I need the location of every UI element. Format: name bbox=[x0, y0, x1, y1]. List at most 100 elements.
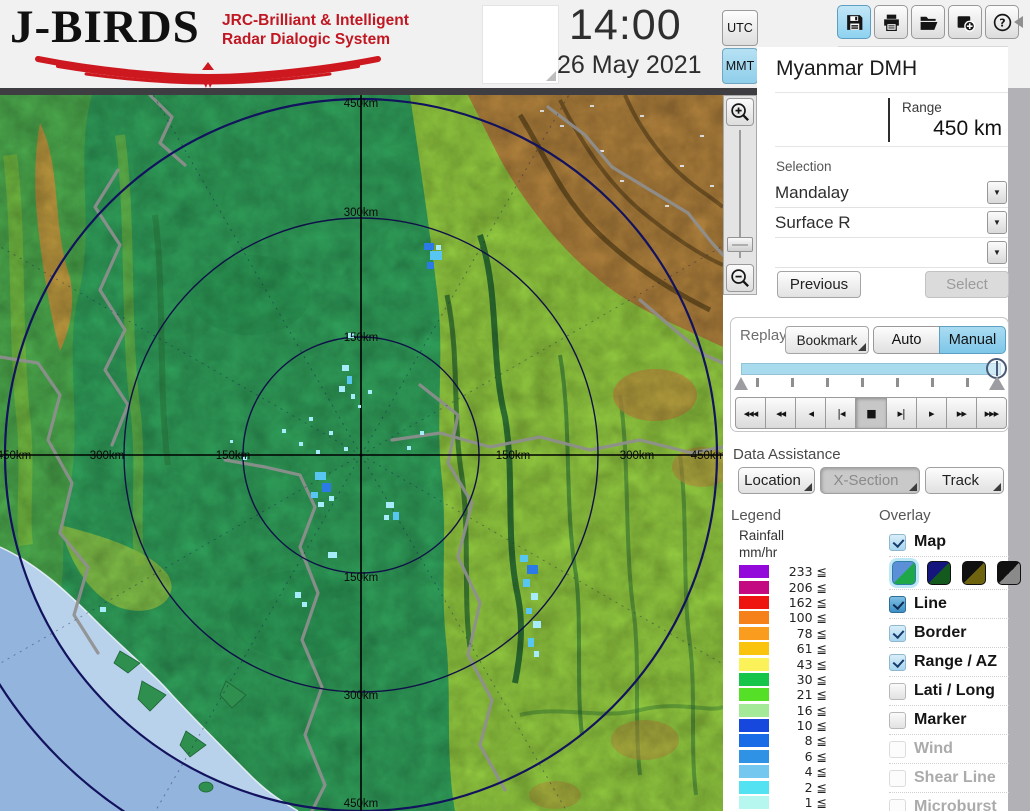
forward-fast-button[interactable]: ▸▸▸ bbox=[975, 397, 1007, 429]
play-icon: ▸ bbox=[928, 406, 934, 420]
eagle-icon bbox=[35, 56, 381, 88]
legend-threshold-value: 1 ≦ bbox=[804, 795, 827, 811]
step-forward-button[interactable]: ▸| bbox=[885, 397, 917, 429]
range-value: 450 km bbox=[933, 117, 1002, 140]
select-button[interactable]: Select bbox=[925, 271, 1009, 298]
timeline-start-marker[interactable] bbox=[734, 377, 748, 390]
legend-threshold-value: 30 ≦ bbox=[796, 671, 827, 687]
legend-threshold-value: 233 ≦ bbox=[788, 564, 827, 580]
selection-dropdown-button[interactable]: ▼ bbox=[987, 241, 1007, 264]
selection-row-2: Surface R ▼ bbox=[775, 208, 1008, 238]
stop-button[interactable]: ■ bbox=[855, 397, 887, 429]
timeline-tick bbox=[931, 378, 934, 387]
rain-echo bbox=[368, 390, 372, 394]
timezone-toggle: UTC MMT bbox=[722, 10, 760, 86]
forward-button[interactable]: ▸▸ bbox=[945, 397, 977, 429]
rain-echo bbox=[526, 608, 532, 614]
logo-tagline-line1: JRC-Brilliant & Intelligent bbox=[222, 12, 409, 29]
help-icon: ? bbox=[993, 13, 1011, 31]
rewind-fast-icon: ◂◂◂ bbox=[743, 406, 759, 420]
range-divider bbox=[888, 98, 890, 142]
timeline-end-marker[interactable] bbox=[989, 376, 1005, 390]
rain-echo bbox=[384, 515, 389, 520]
legend-color-swatch bbox=[739, 611, 769, 625]
bookmark-button[interactable]: Bookmark bbox=[785, 326, 869, 354]
rain-echo bbox=[318, 502, 324, 507]
legend-color-swatch bbox=[739, 703, 769, 717]
forward-fast-icon: ▸▸▸ bbox=[984, 406, 1000, 420]
zoom-in-button[interactable] bbox=[726, 98, 754, 126]
selection-dropdown-button[interactable]: ▼ bbox=[987, 181, 1007, 204]
station-name: Myanmar DMH bbox=[776, 57, 918, 80]
legend-color-swatch bbox=[739, 780, 769, 794]
legend-row: 206 ≦ bbox=[739, 579, 831, 595]
step-back-button[interactable]: |◂ bbox=[825, 397, 857, 429]
range-ring-label: 450km bbox=[344, 798, 379, 810]
rain-echo bbox=[295, 592, 301, 598]
legend-row: 162 ≦ bbox=[739, 595, 831, 610]
rain-echo bbox=[344, 447, 348, 451]
marker-checkbox[interactable] bbox=[889, 711, 906, 729]
map-style-2-swatch[interactable] bbox=[927, 561, 951, 585]
legend-threshold-value: 10 ≦ bbox=[796, 718, 827, 734]
legend-color-swatch bbox=[739, 642, 769, 656]
zoom-out-button[interactable] bbox=[726, 264, 754, 292]
legend-unit-line1: Rainfall bbox=[739, 528, 785, 543]
map-style-3-swatch[interactable] bbox=[962, 561, 986, 585]
radar-map-viewport[interactable]: 450km 300km 150km 150km 300km 450km 450km 300km… bbox=[0, 95, 723, 811]
previous-button[interactable]: Previous bbox=[777, 271, 861, 298]
legend-color-swatch bbox=[739, 765, 769, 779]
play-button[interactable]: ▸ bbox=[915, 397, 947, 429]
auto-mode-button[interactable]: Auto bbox=[873, 326, 940, 354]
map-style-1-swatch[interactable] bbox=[892, 561, 916, 585]
range-ring-label: 300km bbox=[90, 450, 125, 462]
rain-echo bbox=[100, 607, 106, 612]
legend-color-swatch bbox=[739, 595, 769, 609]
rewind-fast-button[interactable]: ◂◂◂ bbox=[735, 397, 767, 429]
legend-color-swatch bbox=[739, 749, 769, 763]
menu-corner-icon bbox=[993, 483, 1001, 491]
replay-timeline-track[interactable] bbox=[741, 363, 1001, 375]
print-button[interactable] bbox=[874, 5, 908, 39]
legend-label: Legend bbox=[731, 507, 782, 524]
rewind-button[interactable]: ◂◂ bbox=[765, 397, 797, 429]
legend-color-swatch bbox=[739, 672, 769, 686]
x-section-button[interactable]: X-Section bbox=[820, 467, 920, 494]
range-display: Range 450 km bbox=[775, 92, 1008, 147]
selection-dropdown-button[interactable]: ▼ bbox=[987, 211, 1007, 234]
legend-row: 43 ≦ bbox=[739, 656, 831, 672]
save-button[interactable] bbox=[837, 5, 871, 39]
lati-long-checkbox[interactable] bbox=[889, 682, 906, 700]
legend-color-swatch bbox=[739, 734, 769, 748]
range-ring-label: 300km bbox=[620, 450, 655, 462]
rain-echo bbox=[420, 431, 424, 435]
range-az-checkbox[interactable] bbox=[889, 653, 906, 671]
rain-echo bbox=[436, 245, 441, 250]
border-checkbox[interactable] bbox=[889, 624, 906, 642]
shear-line-checkbox bbox=[889, 769, 906, 787]
map-checkbox[interactable] bbox=[889, 533, 906, 551]
rain-echo bbox=[351, 394, 355, 399]
location-button[interactable]: Location bbox=[738, 467, 815, 494]
open-button[interactable] bbox=[911, 5, 945, 39]
line-checkbox[interactable] bbox=[889, 595, 906, 613]
track-button[interactable]: Track bbox=[925, 467, 1004, 494]
location-button-label: Location bbox=[744, 472, 801, 489]
map-style-4-swatch[interactable] bbox=[997, 561, 1021, 585]
zoom-slider-handle[interactable] bbox=[727, 237, 753, 252]
play-reverse-button[interactable]: ◂ bbox=[795, 397, 827, 429]
legend-row: 30 ≦ bbox=[739, 672, 831, 687]
export-image-button[interactable] bbox=[948, 5, 982, 39]
manual-mode-button[interactable]: Manual bbox=[939, 326, 1006, 354]
legend-threshold-value: 8 ≦ bbox=[804, 733, 827, 749]
legend-color-swatch bbox=[739, 657, 769, 671]
legend-color-swatch bbox=[739, 580, 769, 594]
collapse-panel-arrow-icon[interactable] bbox=[1014, 16, 1023, 28]
timezone-mmt-button[interactable]: MMT bbox=[722, 48, 758, 84]
range-label: Range bbox=[902, 100, 942, 115]
radar-map[interactable]: 450km 300km 150km 150km 300km 450km 450km 300km… bbox=[0, 95, 723, 811]
legend-color-swatch bbox=[739, 626, 769, 640]
folder-icon bbox=[920, 16, 937, 30]
clock-date: 26 May 2021 bbox=[557, 51, 702, 79]
timezone-utc-button[interactable]: UTC bbox=[722, 10, 758, 46]
